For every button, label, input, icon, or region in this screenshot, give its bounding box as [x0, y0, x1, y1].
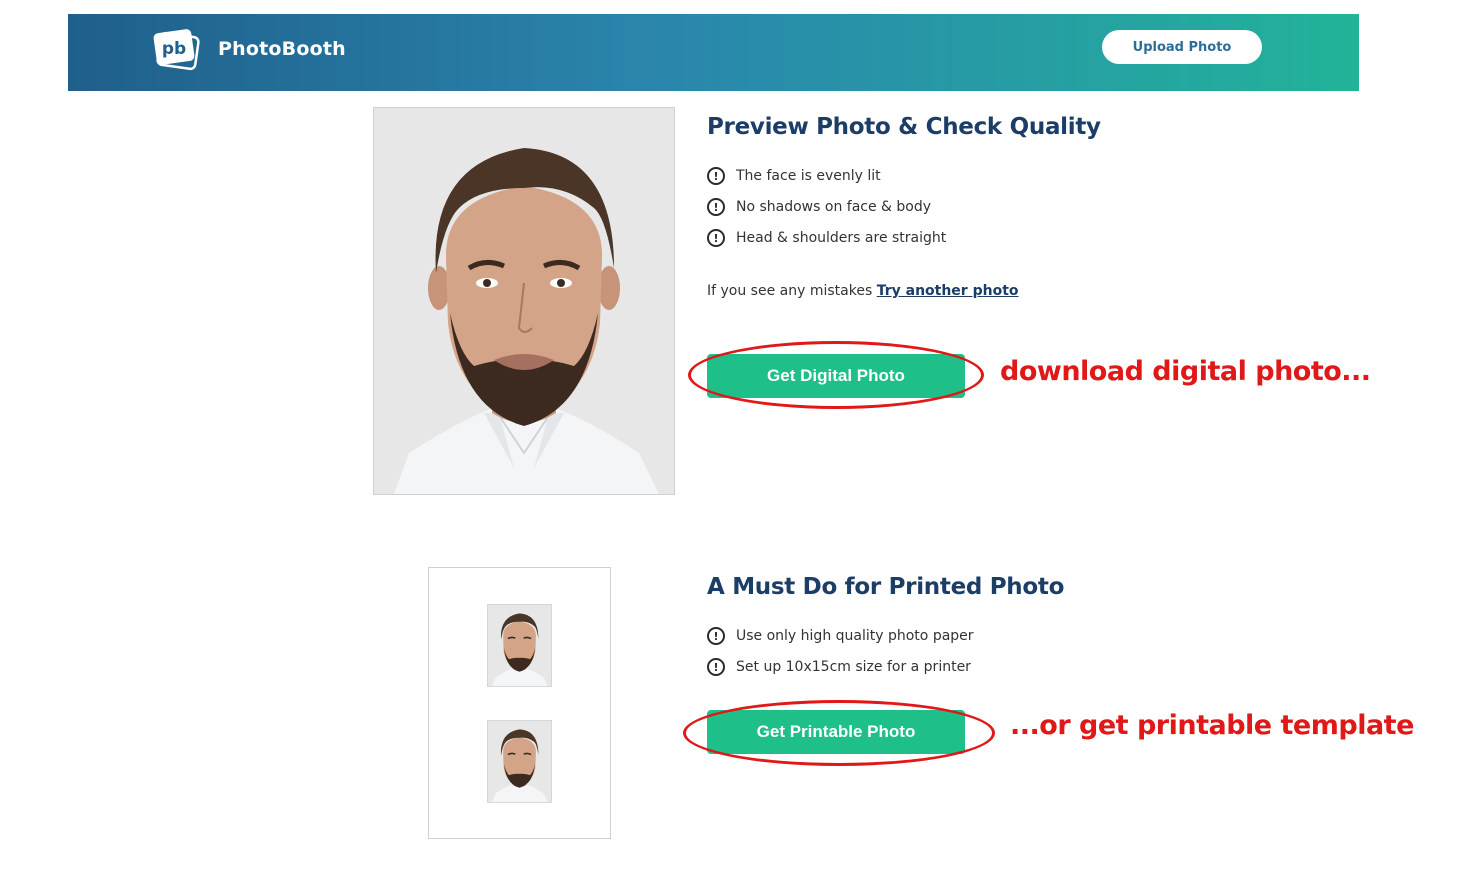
upload-photo-button[interactable]: Upload Photo	[1102, 30, 1262, 64]
check-item: ! Head & shoulders are straight	[707, 229, 946, 247]
exclamation-circle-icon: !	[707, 198, 725, 216]
check-item: ! Set up 10x15cm size for a printer	[707, 658, 971, 676]
mistake-hint: If you see any mistakes Try another phot…	[707, 283, 1019, 299]
check-text: Set up 10x15cm size for a printer	[736, 659, 971, 675]
preview-title: Preview Photo & Check Quality	[707, 114, 1101, 140]
logo-text: pb	[162, 39, 186, 59]
top-header-bar: pb PhotoBooth Upload Photo	[68, 14, 1359, 91]
check-item: ! Use only high quality photo paper	[707, 627, 974, 645]
get-digital-photo-button[interactable]: Get Digital Photo	[707, 354, 965, 398]
annotation-printable: ...or get printable template	[1010, 710, 1414, 741]
exclamation-circle-icon: !	[707, 167, 725, 185]
get-printable-photo-button[interactable]: Get Printable Photo	[707, 710, 965, 754]
exclamation-circle-icon: !	[707, 229, 725, 247]
check-item: ! The face is evenly lit	[707, 167, 881, 185]
mistake-prefix: If you see any mistakes	[707, 283, 873, 299]
check-text: Head & shoulders are straight	[736, 230, 947, 246]
mini-portrait	[487, 604, 552, 687]
check-text: No shadows on face & body	[736, 199, 932, 215]
photo-preview	[373, 107, 675, 495]
brand-logo[interactable]: pb PhotoBooth	[152, 26, 346, 72]
photobooth-logo-icon: pb	[153, 29, 200, 71]
brand-name: PhotoBooth	[218, 38, 346, 60]
mini-portrait	[487, 720, 552, 803]
annotation-digital: download digital photo...	[1000, 356, 1371, 387]
printable-sheet-preview	[428, 567, 611, 839]
check-item: ! No shadows on face & body	[707, 198, 931, 216]
exclamation-circle-icon: !	[707, 658, 725, 676]
exclamation-circle-icon: !	[707, 627, 725, 645]
check-text: Use only high quality photo paper	[736, 628, 974, 644]
portrait-image	[374, 108, 674, 494]
printed-title: A Must Do for Printed Photo	[707, 574, 1065, 600]
try-another-photo-link[interactable]: Try another photo	[877, 283, 1019, 299]
check-text: The face is evenly lit	[736, 168, 881, 184]
